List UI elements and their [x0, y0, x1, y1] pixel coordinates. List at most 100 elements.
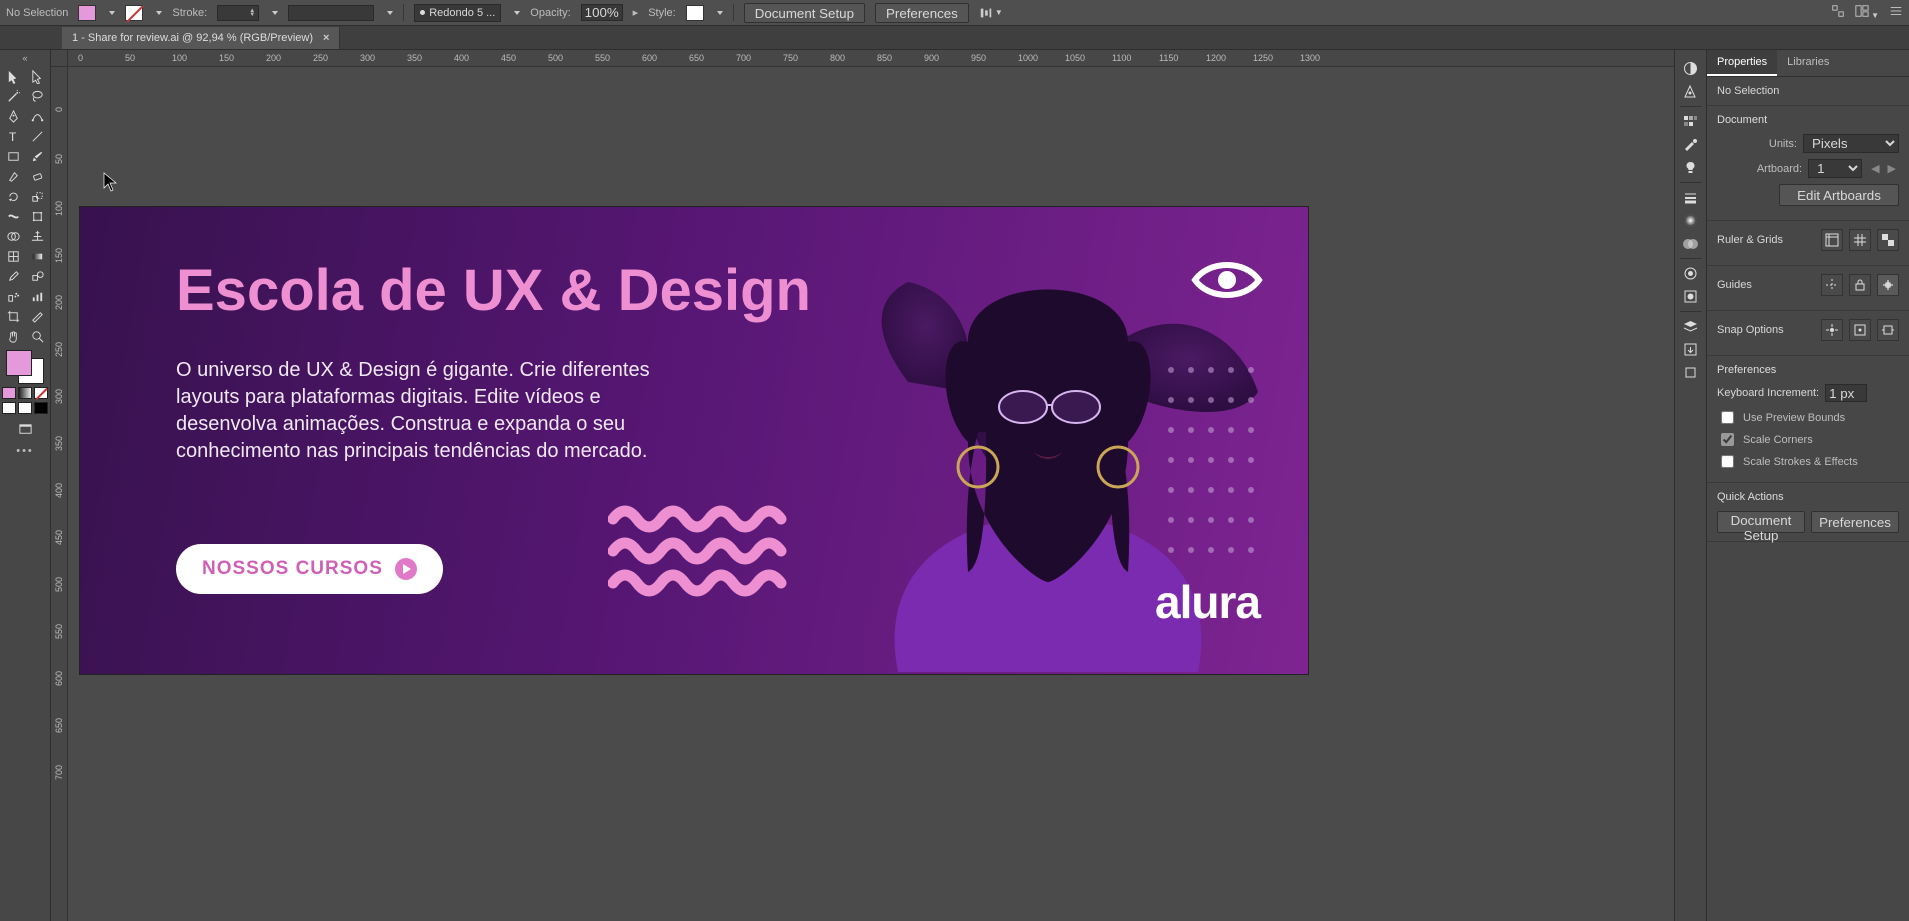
selection-tool[interactable]: [2, 66, 24, 86]
gradient-tool[interactable]: [26, 246, 48, 266]
panel-menu-icon[interactable]: [1889, 4, 1903, 21]
grid-toggle-icon[interactable]: [1849, 229, 1871, 251]
hand-tool[interactable]: [2, 326, 24, 346]
magic-wand-tool[interactable]: [2, 86, 24, 106]
zoom-tool[interactable]: [26, 326, 48, 346]
document-setup-button[interactable]: Document Setup: [744, 3, 865, 23]
direct-selection-tool[interactable]: [26, 66, 48, 86]
draw-behind-icon[interactable]: [18, 402, 32, 414]
graphic-style-dropdown[interactable]: [714, 11, 723, 15]
brush-definition[interactable]: Redondo 5 ...: [414, 4, 501, 22]
draw-normal-icon[interactable]: [2, 402, 16, 414]
transparency-grid-icon[interactable]: [1877, 229, 1899, 251]
stroke-dropdown[interactable]: [153, 11, 162, 15]
scale-tool[interactable]: [26, 186, 48, 206]
snap-to-grid-icon[interactable]: [1849, 319, 1871, 341]
align-to-dropdown[interactable]: ▼: [979, 6, 1003, 20]
perspective-grid-tool[interactable]: [26, 226, 48, 246]
transparency-panel-icon[interactable]: [1682, 235, 1699, 252]
width-tool[interactable]: [2, 206, 24, 226]
smart-guides-icon[interactable]: [1877, 274, 1899, 296]
stroke-panel-icon[interactable]: [1682, 189, 1699, 206]
ruler-toggle-icon[interactable]: [1821, 229, 1843, 251]
scale-corners-checkbox[interactable]: Scale Corners: [1717, 430, 1899, 449]
stroke-weight-stepper[interactable]: ▲▼: [217, 5, 259, 21]
units-select[interactable]: Pixels: [1803, 134, 1899, 153]
tool-palette-collapse[interactable]: «: [0, 53, 50, 63]
guides-visibility-icon[interactable]: [1821, 274, 1843, 296]
arrange-documents-icon[interactable]: ▼: [1855, 4, 1879, 21]
artboard-select[interactable]: 1: [1808, 159, 1862, 178]
shaper-tool[interactable]: [2, 166, 24, 186]
paintbrush-tool[interactable]: [26, 146, 48, 166]
appearance-panel-icon[interactable]: [1682, 265, 1699, 282]
draw-mode-row[interactable]: [2, 402, 48, 414]
line-tool[interactable]: [26, 126, 48, 146]
rotate-tool[interactable]: [2, 186, 24, 206]
close-tab-icon[interactable]: ×: [323, 32, 329, 44]
canvas[interactable]: 0501001502002503003504004505005506006507…: [51, 50, 1674, 921]
lasso-tool[interactable]: [26, 86, 48, 106]
ruler-origin[interactable]: [51, 50, 68, 67]
keyboard-increment-input[interactable]: [1825, 384, 1867, 402]
use-preview-bounds-checkbox[interactable]: Use Preview Bounds: [1717, 408, 1899, 427]
shape-builder-tool[interactable]: [2, 226, 24, 246]
stroke-weight-dropdown[interactable]: [269, 11, 278, 15]
curvature-tool[interactable]: [26, 106, 48, 126]
prev-artboard-icon[interactable]: ◀: [1868, 162, 1882, 175]
next-artboard-icon[interactable]: ▶: [1885, 162, 1899, 175]
eraser-tool[interactable]: [26, 166, 48, 186]
document-tab[interactable]: 1 - Share for review.ai @ 92,94 % (RGB/P…: [62, 27, 340, 49]
scale-strokes-checkbox[interactable]: Scale Strokes & Effects: [1717, 452, 1899, 471]
rectangle-tool[interactable]: [2, 146, 24, 166]
column-graph-tool[interactable]: [26, 286, 48, 306]
qa-document-setup-button[interactable]: Document Setup: [1717, 511, 1805, 533]
layers-panel-icon[interactable]: [1682, 318, 1699, 335]
color-mode-icon[interactable]: [2, 387, 16, 399]
snap-to-pixel-icon[interactable]: [1877, 319, 1899, 341]
edit-toolbar-button[interactable]: •••: [16, 445, 34, 457]
color-panel-icon[interactable]: [1682, 60, 1699, 77]
fill-stroke-swatch[interactable]: [6, 350, 44, 384]
symbol-sprayer-tool[interactable]: [2, 286, 24, 306]
color-guide-panel-icon[interactable]: [1682, 83, 1699, 100]
eyedropper-tool[interactable]: [2, 266, 24, 286]
artboard-nav[interactable]: ◀▶: [1868, 162, 1899, 175]
symbols-panel-icon[interactable]: [1682, 159, 1699, 176]
horizontal-ruler[interactable]: 0501001502002503003504004505005506006507…: [68, 50, 1674, 67]
pen-tool[interactable]: [2, 106, 24, 126]
gradient-panel-icon[interactable]: [1682, 212, 1699, 229]
opacity-popup-arrow[interactable]: ▸: [633, 6, 639, 19]
mesh-tool[interactable]: [2, 246, 24, 266]
graphic-styles-panel-icon[interactable]: [1682, 288, 1699, 305]
edit-artboards-button[interactable]: Edit Artboards: [1779, 184, 1899, 206]
preferences-button[interactable]: Preferences: [875, 3, 969, 23]
guides-lock-icon[interactable]: [1849, 274, 1871, 296]
artboard[interactable]: Escola de UX & Design O universo de UX &…: [80, 207, 1308, 674]
free-transform-tool[interactable]: [26, 206, 48, 226]
type-tool[interactable]: T: [2, 126, 24, 146]
brushes-panel-icon[interactable]: [1682, 136, 1699, 153]
color-mode-row[interactable]: [2, 387, 48, 399]
share-icon[interactable]: [1831, 4, 1845, 21]
artboard-tool[interactable]: [2, 306, 24, 326]
vertical-ruler[interactable]: 0501001502002503003504004505005506006507…: [51, 67, 68, 921]
tab-properties[interactable]: Properties: [1707, 50, 1777, 76]
tab-libraries[interactable]: Libraries: [1777, 50, 1839, 76]
gradient-mode-icon[interactable]: [18, 387, 32, 399]
artboards-panel-icon[interactable]: [1682, 364, 1699, 381]
opacity-input[interactable]: [581, 4, 623, 21]
graphic-style-swatch[interactable]: [686, 5, 704, 21]
snap-to-point-icon[interactable]: [1821, 319, 1843, 341]
screen-mode-button[interactable]: [13, 419, 37, 439]
brush-dropdown[interactable]: [511, 11, 520, 15]
swatches-panel-icon[interactable]: [1682, 113, 1699, 130]
slice-tool[interactable]: [26, 306, 48, 326]
variable-width-dropdown[interactable]: [384, 11, 393, 15]
stroke-swatch[interactable]: [125, 5, 143, 21]
variable-width-profile[interactable]: [288, 5, 374, 21]
draw-inside-icon[interactable]: [34, 402, 48, 414]
asset-export-panel-icon[interactable]: [1682, 341, 1699, 358]
none-mode-icon[interactable]: [34, 387, 48, 399]
fill-dropdown[interactable]: [106, 11, 115, 15]
